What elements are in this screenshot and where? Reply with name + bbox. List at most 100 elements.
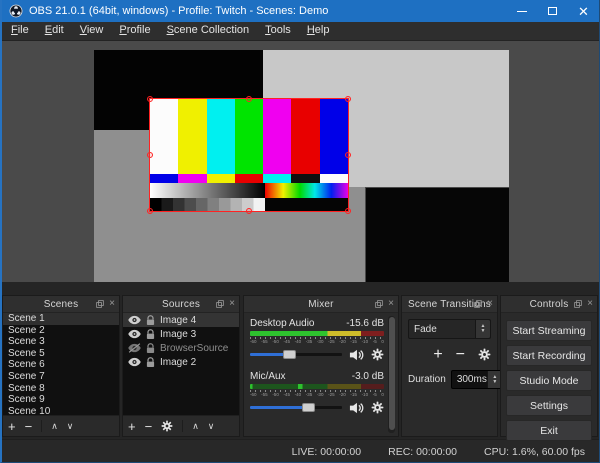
- remove-transition-button[interactable]: −: [456, 346, 465, 364]
- lock-icon[interactable]: [146, 315, 155, 326]
- menu-file[interactable]: File: [3, 22, 37, 40]
- resize-handle-nw[interactable]: [147, 96, 153, 102]
- source-properties-gear-icon[interactable]: [161, 420, 173, 432]
- move-scene-up-button[interactable]: ∧: [51, 420, 58, 433]
- visibility-eye-icon[interactable]: [128, 357, 141, 367]
- scene-list-item[interactable]: Scene 8: [3, 383, 119, 395]
- scene-list-item[interactable]: Scene 6: [3, 359, 119, 371]
- volume-slider[interactable]: [250, 350, 342, 359]
- menu-bar: File Edit View Profile Scene Collection …: [2, 22, 599, 41]
- move-source-up-button[interactable]: ∧: [192, 420, 199, 433]
- start-recording-button[interactable]: Start Recording: [506, 345, 592, 366]
- channel-settings-gear-icon[interactable]: [371, 401, 384, 414]
- menu-view[interactable]: View: [72, 22, 112, 40]
- cast-black: [291, 174, 319, 183]
- menu-edit[interactable]: Edit: [37, 22, 72, 40]
- menu-help[interactable]: Help: [299, 22, 338, 40]
- lock-icon[interactable]: [146, 329, 155, 340]
- minimize-button[interactable]: [506, 0, 537, 22]
- transitions-body: Fade ▲▼ + − Duration 300ms ▲▼: [402, 313, 497, 436]
- resize-handle-se[interactable]: [345, 208, 351, 214]
- close-panel-icon[interactable]: ×: [109, 299, 115, 309]
- add-transition-button[interactable]: +: [433, 346, 442, 364]
- lock-icon[interactable]: [146, 343, 155, 354]
- move-source-down-button[interactable]: ∨: [208, 420, 215, 433]
- transition-properties-gear-icon[interactable]: [478, 348, 491, 361]
- resize-handle-s[interactable]: [246, 208, 252, 214]
- spin-down-icon[interactable]: ▼: [492, 380, 497, 385]
- start-streaming-button[interactable]: Start Streaming: [506, 320, 592, 341]
- studio-mode-button[interactable]: Studio Mode: [506, 370, 592, 391]
- visibility-eye-slash-icon[interactable]: [128, 343, 141, 353]
- lock-icon[interactable]: [146, 357, 155, 368]
- resize-handle-ne[interactable]: [345, 96, 351, 102]
- add-source-button[interactable]: +: [128, 420, 136, 433]
- slider-knob[interactable]: [283, 350, 296, 359]
- selected-source-colorbars[interactable]: [149, 98, 349, 212]
- scene-transitions-panel: Scene Transitions × Fade ▲▼ + − Duration: [401, 295, 498, 437]
- transition-select[interactable]: Fade ▲▼: [408, 319, 491, 339]
- source-list-item[interactable]: Image 4: [123, 313, 239, 327]
- scene-list-item[interactable]: Scene 9: [3, 394, 119, 406]
- speaker-icon[interactable]: [349, 402, 364, 414]
- duration-spinbox[interactable]: 300ms ▲▼: [451, 370, 503, 389]
- move-scene-down-button[interactable]: ∨: [67, 420, 74, 433]
- source-list-item[interactable]: Image 2: [123, 355, 239, 369]
- resize-handle-sw[interactable]: [147, 208, 153, 214]
- menu-tools[interactable]: Tools: [257, 22, 299, 40]
- cast-white: [320, 174, 348, 183]
- float-panel-icon[interactable]: [96, 300, 104, 308]
- mixer-scrollbar[interactable]: [388, 316, 395, 433]
- resize-handle-e[interactable]: [345, 152, 351, 158]
- add-scene-button[interactable]: +: [8, 420, 16, 433]
- float-panel-icon[interactable]: [216, 300, 224, 308]
- channel-name: Desktop Audio: [250, 318, 315, 331]
- tick-label: -15: [350, 339, 357, 345]
- close-panel-icon[interactable]: ×: [487, 299, 493, 309]
- dock-area: Scenes × Scene 1 Scene 2 Scene 3 Scene 5…: [2, 282, 599, 439]
- scene-list-item[interactable]: Scene 10: [3, 406, 119, 415]
- duration-label: Duration: [408, 374, 446, 385]
- maximize-button[interactable]: [537, 0, 568, 22]
- float-panel-icon[interactable]: [375, 300, 383, 308]
- mixer-body: Desktop Audio -15.6 dB -60-55-50-45-40-3…: [244, 313, 398, 436]
- volume-slider[interactable]: [250, 403, 342, 412]
- combo-spinner[interactable]: ▲▼: [475, 320, 490, 338]
- source-list-item[interactable]: Image 3: [123, 327, 239, 341]
- close-panel-icon[interactable]: ×: [587, 299, 593, 309]
- cast-magenta: [178, 174, 206, 183]
- source-list-item[interactable]: BrowserSource: [123, 341, 239, 355]
- scene-list-item[interactable]: Scene 7: [3, 371, 119, 383]
- scene-list-item[interactable]: Scene 3: [3, 336, 119, 348]
- float-panel-icon[interactable]: [474, 300, 482, 308]
- tick-label: -35: [306, 392, 313, 398]
- resize-handle-n[interactable]: [246, 96, 252, 102]
- float-panel-icon[interactable]: [574, 300, 582, 308]
- close-button[interactable]: ✕: [568, 0, 599, 22]
- remove-scene-button[interactable]: −: [25, 420, 33, 433]
- source-name: Image 2: [160, 357, 196, 368]
- scene-list-item[interactable]: Scene 2: [3, 325, 119, 337]
- close-panel-icon[interactable]: ×: [388, 299, 394, 309]
- menu-scene-collection[interactable]: Scene Collection: [159, 22, 258, 40]
- tick-label: -55: [261, 392, 268, 398]
- spin-down-icon[interactable]: ▼: [481, 329, 486, 334]
- speaker-icon[interactable]: [349, 349, 364, 361]
- close-panel-icon[interactable]: ×: [229, 299, 235, 309]
- scene-list-item[interactable]: Scene 1: [3, 313, 119, 325]
- channel-settings-gear-icon[interactable]: [371, 348, 384, 361]
- visibility-eye-icon[interactable]: [128, 315, 141, 325]
- remove-source-button[interactable]: −: [145, 420, 153, 433]
- tick-label: -50: [272, 392, 279, 398]
- menu-profile[interactable]: Profile: [111, 22, 158, 40]
- slider-knob[interactable]: [302, 403, 315, 412]
- settings-button[interactable]: Settings: [506, 395, 592, 416]
- live-time: LIVE: 00:00:00: [292, 446, 361, 458]
- resize-handle-w[interactable]: [147, 152, 153, 158]
- controls-panel-header: Controls ×: [501, 296, 597, 313]
- scrollbar-thumb[interactable]: [389, 317, 395, 430]
- visibility-eye-icon[interactable]: [128, 329, 141, 339]
- exit-button[interactable]: Exit: [506, 420, 592, 441]
- scene-list-item[interactable]: Scene 5: [3, 348, 119, 360]
- slider-fill: [250, 406, 308, 409]
